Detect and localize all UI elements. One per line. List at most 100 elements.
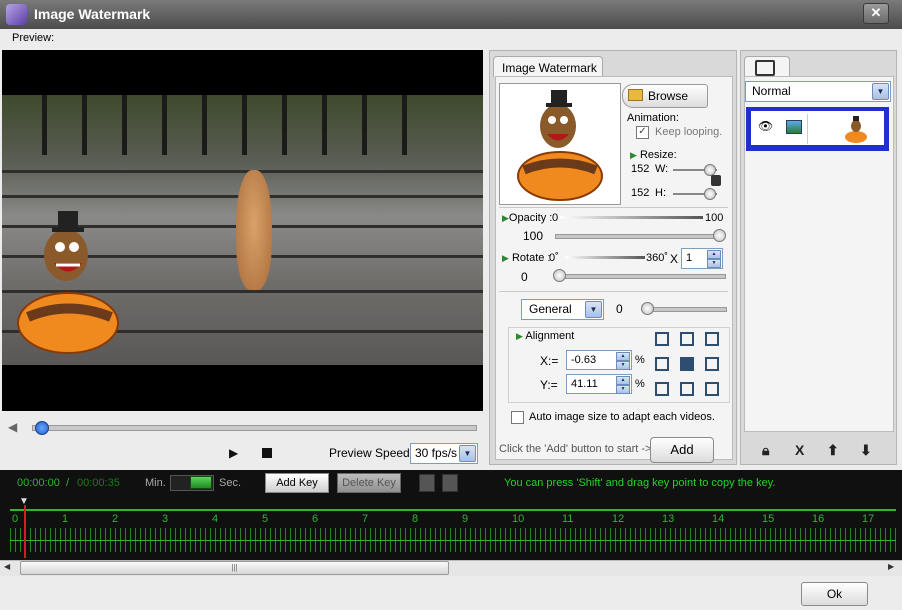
timeline-tip: You can press 'Shift' and drag key point… <box>504 477 776 489</box>
rotate-gradient <box>565 256 645 259</box>
chevron-down-icon[interactable]: ▼ <box>585 301 602 318</box>
app-icon <box>6 4 27 25</box>
delete-key-button[interactable]: Delete Key <box>337 473 401 493</box>
divider <box>499 291 728 292</box>
spin-down-icon[interactable]: ▼ <box>707 259 721 268</box>
align-bottom-left-icon[interactable] <box>655 382 669 396</box>
divider <box>807 114 808 144</box>
rotate-count-stepper[interactable]: 1 ▲ ▼ <box>681 248 723 269</box>
width-label: W: <box>655 163 669 175</box>
rotate-slider-handle[interactable] <box>553 269 566 282</box>
move-down-icon[interactable]: ⬇ <box>860 442 872 459</box>
align-top-right-icon[interactable] <box>705 332 719 346</box>
auto-size-label: Auto image size to adapt each videos. <box>529 411 715 423</box>
alignment-grid <box>655 332 719 396</box>
move-up-icon[interactable]: ⬆ <box>827 442 839 459</box>
eye-icon[interactable]: 👁 <box>758 120 773 132</box>
spin-up-icon[interactable]: ▲ <box>707 250 721 259</box>
align-top-left-icon[interactable] <box>655 332 669 346</box>
position-mode-slider-handle[interactable] <box>641 302 654 315</box>
rotate-max: 360˚ <box>646 252 669 264</box>
playhead-marker-icon[interactable]: ▼ <box>19 496 31 507</box>
time-separator: / <box>66 477 70 489</box>
chevron-down-icon[interactable]: ▼ <box>459 445 476 462</box>
ok-button[interactable]: Ok <box>801 582 868 606</box>
close-button[interactable]: ✕ <box>863 3 889 24</box>
chevron-down-icon[interactable]: ▼ <box>872 83 889 100</box>
tab-image-watermark[interactable]: Image Watermark <box>493 56 603 77</box>
total-time: 00:00:35 <box>77 477 120 489</box>
rotate-slider[interactable] <box>556 274 726 279</box>
spin-up-icon[interactable]: ▲ <box>616 352 630 361</box>
tick-label: 7 <box>362 513 369 525</box>
playhead[interactable] <box>24 505 26 558</box>
scroll-left-icon[interactable]: ◀ <box>4 562 10 571</box>
stop-button[interactable] <box>262 448 272 458</box>
spin-down-icon[interactable]: ▼ <box>616 361 630 370</box>
rotate-value: 0 <box>521 270 528 284</box>
divider <box>499 207 728 208</box>
previous-key-icon[interactable] <box>419 474 435 492</box>
position-mode-slider[interactable] <box>645 307 727 312</box>
y-position-stepper[interactable]: 41.11 ▲ ▼ <box>566 374 632 394</box>
seek-handle[interactable] <box>35 421 49 435</box>
x-label: X:= <box>540 354 559 368</box>
add-hint: Click the 'Add' button to start -> <box>499 443 652 455</box>
lock-icon[interactable]: 🔒︎ <box>762 442 769 459</box>
add-button[interactable]: Add <box>650 437 714 463</box>
add-key-button[interactable]: Add Key <box>265 473 329 493</box>
keep-looping-checkbox[interactable]: ✓ <box>636 126 649 139</box>
window-title: Image Watermark <box>34 6 151 22</box>
next-key-icon[interactable] <box>442 474 458 492</box>
height-slider-handle[interactable] <box>704 188 716 200</box>
x-position-stepper[interactable]: -0.63 ▲ ▼ <box>566 350 632 370</box>
play-button[interactable]: ▶ <box>229 446 243 460</box>
opacity-max: 100 <box>705 212 724 224</box>
scrollbar-thumb[interactable]: ||| <box>20 561 449 575</box>
align-bottom-center-icon[interactable] <box>680 382 694 396</box>
scroll-right-icon[interactable]: ▶ <box>888 562 894 571</box>
align-center-icon[interactable] <box>680 357 694 371</box>
opacity-label: ▶Opacity : <box>502 212 553 224</box>
volume-icon[interactable]: ◀ <box>8 420 22 434</box>
layer-thumbnail <box>845 116 867 143</box>
time-unit-toggle-knob[interactable] <box>190 476 212 489</box>
image-layer-icon <box>786 120 802 134</box>
current-time: 00:00:00 <box>17 477 60 489</box>
browse-label: Browse <box>648 89 689 103</box>
opacity-value: 100 <box>523 229 544 243</box>
y-label: Y:= <box>540 378 558 392</box>
alignment-label: ▶ Alignment <box>516 330 575 342</box>
opacity-slider-handle[interactable] <box>713 229 726 242</box>
seek-bar[interactable] <box>32 425 477 431</box>
tick-label: 16 <box>812 513 825 525</box>
preview-speed-select[interactable]: 30 fps/s ▼ <box>410 443 478 464</box>
y-unit: % <box>635 378 645 390</box>
position-mode-select[interactable]: General ▼ <box>521 299 604 320</box>
align-bottom-right-icon[interactable] <box>705 382 719 396</box>
rotate-multiply-label: X <box>670 252 679 266</box>
blend-mode-value: Normal <box>752 84 791 98</box>
width-value: 152 <box>631 163 650 175</box>
spin-down-icon[interactable]: ▼ <box>616 385 630 394</box>
align-middle-left-icon[interactable] <box>655 357 669 371</box>
tick-label: 5 <box>262 513 269 525</box>
height-label: H: <box>655 187 666 199</box>
blend-mode-select[interactable]: Normal ▼ <box>745 81 891 102</box>
tick-label: 12 <box>612 513 625 525</box>
watermark-overlay[interactable] <box>16 205 121 355</box>
tick-label: 14 <box>712 513 725 525</box>
delete-icon[interactable]: X <box>795 442 804 458</box>
spin-up-icon[interactable]: ▲ <box>616 376 630 385</box>
height-value: 152 <box>631 187 650 199</box>
lock-ratio-icon[interactable] <box>711 175 721 186</box>
tick-label: 17 <box>862 513 875 525</box>
tick-label: 13 <box>662 513 675 525</box>
auto-size-checkbox[interactable] <box>511 411 524 424</box>
align-top-center-icon[interactable] <box>680 332 694 346</box>
opacity-slider[interactable] <box>555 234 725 239</box>
rotate-count-value: 1 <box>686 252 693 264</box>
preview-speed-label: Preview Speed: <box>329 446 414 460</box>
preview-label: Preview: <box>12 32 55 44</box>
align-middle-right-icon[interactable] <box>705 357 719 371</box>
